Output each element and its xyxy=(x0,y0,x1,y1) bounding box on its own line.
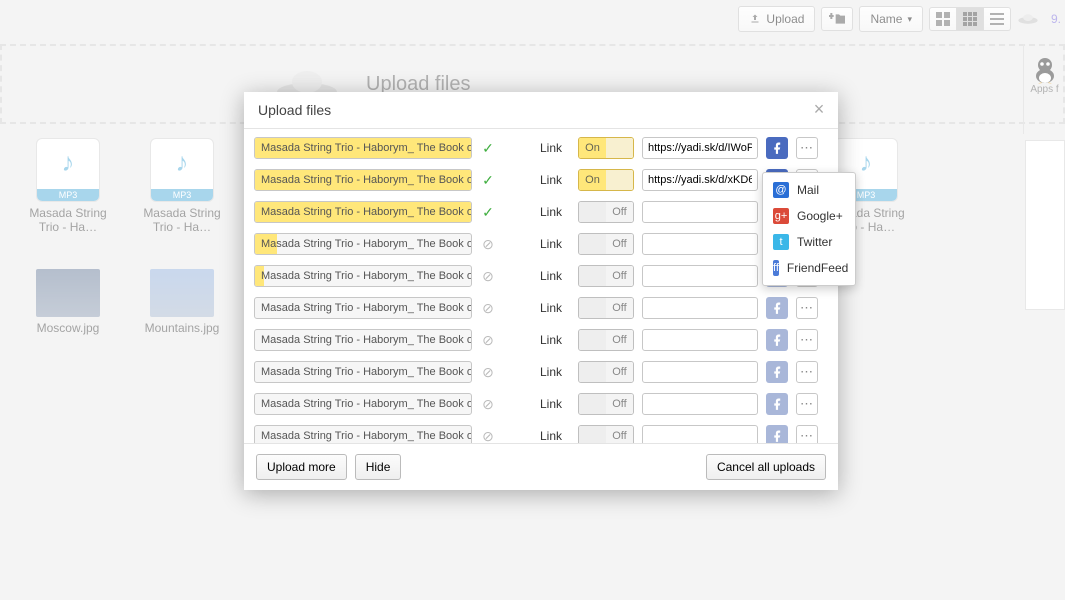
cancel-upload-icon[interactable]: ⊘ xyxy=(482,332,494,348)
upload-row: Masada String Trio - Haborym_ The Book o… xyxy=(254,169,832,191)
link-label: Link xyxy=(540,237,570,251)
upload-filename: Masada String Trio - Haborym_ The Book o… xyxy=(254,169,472,191)
link-toggle[interactable]: Off xyxy=(578,329,634,351)
facebook-share-button[interactable] xyxy=(766,393,788,415)
modal-title: Upload files xyxy=(258,102,331,118)
cancel-upload-icon[interactable]: ⊘ xyxy=(482,300,494,316)
cancel-upload-icon[interactable]: ⊘ xyxy=(482,428,494,444)
link-toggle[interactable]: Off xyxy=(578,393,634,415)
share-url-input[interactable] xyxy=(642,233,758,255)
share-menu: @Mail g+Google+ tTwitter ffFriendFeed xyxy=(762,172,856,286)
hide-button[interactable]: Hide xyxy=(355,454,402,480)
share-url-input[interactable] xyxy=(642,425,758,443)
cancel-upload-icon[interactable]: ⊘ xyxy=(482,364,494,380)
link-label: Link xyxy=(540,205,570,219)
upload-filename: Masada String Trio - Haborym_ The Book o… xyxy=(254,393,472,415)
check-icon: ✓ xyxy=(482,172,494,188)
share-url-input[interactable] xyxy=(642,297,758,319)
cancel-upload-icon[interactable]: ⊘ xyxy=(482,268,494,284)
link-toggle[interactable]: Off xyxy=(578,425,634,443)
share-url-input[interactable] xyxy=(642,137,758,159)
upload-row: Masada String Trio - Haborym_ The Book o… xyxy=(254,425,832,443)
upload-row: Masada String Trio - Haborym_ The Book o… xyxy=(254,361,832,383)
more-share-button[interactable]: ⋯ xyxy=(796,361,818,383)
link-label: Link xyxy=(540,397,570,411)
link-toggle[interactable]: On xyxy=(578,137,634,159)
link-label: Link xyxy=(540,301,570,315)
more-share-button[interactable]: ⋯ xyxy=(796,393,818,415)
link-label: Link xyxy=(540,365,570,379)
share-url-input[interactable] xyxy=(642,169,758,191)
link-label: Link xyxy=(540,269,570,283)
upload-row: Masada String Trio - Haborym_ The Book o… xyxy=(254,137,832,159)
link-label: Link xyxy=(540,333,570,347)
link-label: Link xyxy=(540,141,570,155)
link-toggle[interactable]: Off xyxy=(578,201,634,223)
upload-row: Masada String Trio - Haborym_ The Book o… xyxy=(254,201,832,223)
link-toggle[interactable]: Off xyxy=(578,361,634,383)
upload-row: Masada String Trio - Haborym_ The Book o… xyxy=(254,393,832,415)
upload-row: Masada String Trio - Haborym_ The Book o… xyxy=(254,233,832,255)
link-label: Link xyxy=(540,429,570,443)
upload-filename: Masada String Trio - Haborym_ The Book o… xyxy=(254,297,472,319)
link-toggle[interactable]: On xyxy=(578,169,634,191)
upload-filename: Masada String Trio - Haborym_ The Book o… xyxy=(254,233,472,255)
link-toggle[interactable]: Off xyxy=(578,265,634,287)
cancel-upload-icon[interactable]: ⊘ xyxy=(482,396,494,412)
share-url-input[interactable] xyxy=(642,201,758,223)
upload-filename: Masada String Trio - Haborym_ The Book o… xyxy=(254,137,472,159)
close-icon[interactable]: × xyxy=(810,100,828,118)
upload-modal: Upload files × Masada String Trio - Habo… xyxy=(244,92,838,490)
upload-filename: Masada String Trio - Haborym_ The Book o… xyxy=(254,329,472,351)
more-share-button[interactable]: ⋯ xyxy=(796,137,818,159)
share-mail[interactable]: @Mail xyxy=(763,177,855,203)
share-twitter[interactable]: tTwitter xyxy=(763,229,855,255)
share-url-input[interactable] xyxy=(642,265,758,287)
facebook-share-button[interactable] xyxy=(766,137,788,159)
facebook-share-button[interactable] xyxy=(766,297,788,319)
share-googleplus[interactable]: g+Google+ xyxy=(763,203,855,229)
upload-filename: Masada String Trio - Haborym_ The Book o… xyxy=(254,265,472,287)
cancel-all-button[interactable]: Cancel all uploads xyxy=(706,454,826,480)
share-friendfeed[interactable]: ffFriendFeed xyxy=(763,255,855,281)
upload-rows: Masada String Trio - Haborym_ The Book o… xyxy=(244,129,838,443)
link-toggle[interactable]: Off xyxy=(578,233,634,255)
modal-header: Upload files × xyxy=(244,92,838,129)
check-icon: ✓ xyxy=(482,140,494,156)
upload-filename: Masada String Trio - Haborym_ The Book o… xyxy=(254,201,472,223)
upload-filename: Masada String Trio - Haborym_ The Book o… xyxy=(254,361,472,383)
share-url-input[interactable] xyxy=(642,329,758,351)
link-label: Link xyxy=(540,173,570,187)
link-toggle[interactable]: Off xyxy=(578,297,634,319)
cancel-upload-icon[interactable]: ⊘ xyxy=(482,236,494,252)
modal-footer: Upload more Hide Cancel all uploads xyxy=(244,443,838,490)
share-url-input[interactable] xyxy=(642,393,758,415)
upload-row: Masada String Trio - Haborym_ The Book o… xyxy=(254,265,832,287)
facebook-share-button[interactable] xyxy=(766,329,788,351)
share-url-input[interactable] xyxy=(642,361,758,383)
more-share-button[interactable]: ⋯ xyxy=(796,329,818,351)
upload-row: Masada String Trio - Haborym_ The Book o… xyxy=(254,329,832,351)
facebook-share-button[interactable] xyxy=(766,425,788,443)
check-icon: ✓ xyxy=(482,204,494,220)
more-share-button[interactable]: ⋯ xyxy=(796,425,818,443)
upload-more-button[interactable]: Upload more xyxy=(256,454,347,480)
more-share-button[interactable]: ⋯ xyxy=(796,297,818,319)
facebook-share-button[interactable] xyxy=(766,361,788,383)
upload-filename: Masada String Trio - Haborym_ The Book o… xyxy=(254,425,472,443)
upload-row: Masada String Trio - Haborym_ The Book o… xyxy=(254,297,832,319)
